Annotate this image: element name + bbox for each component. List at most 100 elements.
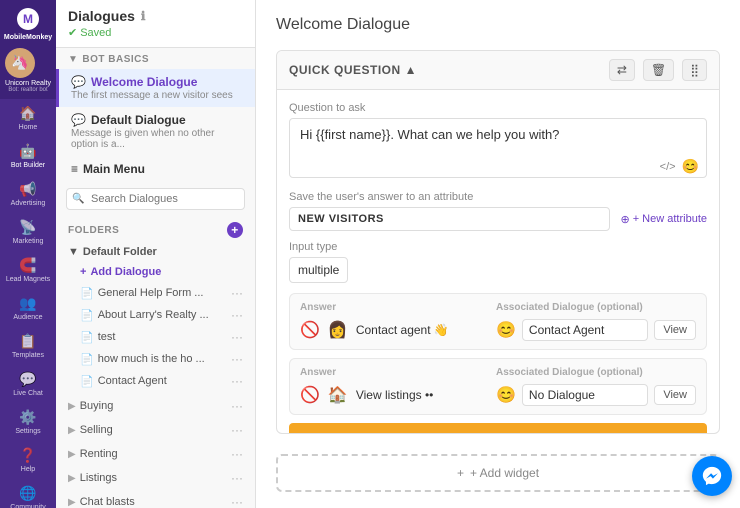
smiley-btn-1[interactable]: 😊 [496,320,516,340]
nav-label-settings: Settings [15,428,40,435]
file-name-about-larrys: 📄 About Larry's Realty ... [80,309,209,322]
live-chat-icon: 💬 [19,371,36,388]
templates-icon: 📋 [19,333,36,350]
buying-dots[interactable]: ··· [231,399,243,413]
sidebar-item-settings[interactable]: ⚙️ Settings [0,403,56,441]
file-name-how-much: 📄 how much is the ho ... [80,353,205,366]
dots-menu-5[interactable]: ··· [231,374,243,388]
chat-blasts-dots[interactable]: ··· [231,495,243,508]
sidebar-item-lead-magnets[interactable]: 🧲 Lead Magnets [0,251,56,289]
dialogue-item-welcome[interactable]: 💬 Welcome Dialogue The first message a n… [56,69,255,107]
sidebar-item-home[interactable]: 🏠 Home [0,99,56,137]
search-area: 🔍 [56,182,255,216]
file-icon-3: 📄 [80,331,94,344]
dialogue-item-main-menu[interactable]: ≡ Main Menu [56,156,255,182]
file-name-contact-agent: 📄 Contact Agent [80,375,167,388]
saved-badge: ✔ Saved [68,26,243,39]
sidebar-title-text: Dialogues [68,8,135,24]
folder-listings[interactable]: ▶ Listings ··· [56,466,255,490]
folder-file-general-help[interactable]: 📄 General Help Form ... ··· [56,282,255,304]
dots-menu-2[interactable]: ··· [231,308,243,322]
marketing-icon: 📡 [19,219,36,236]
bot-basics-label: ▼ BOT BASICS [56,48,255,69]
folder-default: ▼ Default Folder + Add Dialogue 📄 Genera… [56,242,255,392]
dialogue-title-default: 💬 Default Dialogue [71,113,243,127]
answer-delete-icon-2[interactable]: 🚫 [300,385,320,405]
dots-menu-4[interactable]: ··· [231,352,243,366]
messenger-fab[interactable] [692,456,732,496]
dialogue-icon-menu: ≡ [71,162,78,176]
answer-delete-icon-1[interactable]: 🚫 [300,320,320,340]
chevron-right-selling: ▶ [68,425,76,436]
dialogue-title-main-menu: ≡ Main Menu [71,162,243,176]
sidebar-item-community[interactable]: 🌐 Community [0,479,56,508]
folder-file-contact-agent[interactable]: 📄 Contact Agent ··· [56,370,255,392]
view-button-1[interactable]: View [654,320,696,340]
avatar[interactable]: 🦄 [5,48,35,78]
answer-dialogue-1: 😊 Contact Agent View [496,319,696,341]
info-icon[interactable]: ℹ [141,9,146,23]
dialogue-select-2[interactable]: No Dialogue [522,384,648,406]
bot-builder-icon: 🤖 [19,143,36,160]
smiley-btn-2[interactable]: 😊 [496,385,516,405]
question-input[interactable] [289,118,707,178]
renting-dots[interactable]: ··· [231,447,243,461]
check-icon: ✔ [68,26,77,39]
selling-dots[interactable]: ··· [231,423,243,437]
add-folder-button[interactable]: + [227,222,243,238]
folder-renting[interactable]: ▶ Renting ··· [56,442,255,466]
folder-buying[interactable]: ▶ Buying ··· [56,394,255,418]
help-icon: ❓ [19,447,36,464]
add-dialogue-button[interactable]: + Add Dialogue [56,262,255,282]
chevron-right-renting: ▶ [68,449,76,460]
buying-folder-label: ▶ Buying [68,400,113,412]
share-button[interactable]: ⇄ [609,59,635,81]
sidebar-item-templates[interactable]: 📋 Templates [0,327,56,365]
account-subtitle: Bot: realtor bot [5,87,51,93]
renting-folder-label: ▶ Renting [68,448,118,460]
folder-header-default[interactable]: ▼ Default Folder [56,242,255,262]
folder-caret-down: ▼ [68,246,79,258]
widget-actions: ⇄ 🗑 ⣿ [609,59,707,81]
folder-file-about-larrys[interactable]: 📄 About Larry's Realty ... ··· [56,304,255,326]
sidebar-item-audience[interactable]: 👥 Audience [0,289,56,327]
code-icon[interactable]: </> [660,161,676,173]
plus-widget-icon: + [457,466,464,480]
dialogue-item-default[interactable]: 💬 Default Dialogue Message is given when… [56,107,255,156]
sidebar-item-live-chat[interactable]: 💬 Live Chat [0,365,56,403]
input-type-section: Input type multiple [289,241,707,283]
add-widget-button[interactable]: + + Add widget [276,454,720,492]
folder-selling[interactable]: ▶ Selling ··· [56,418,255,442]
sidebar-item-bot-builder[interactable]: 🤖 Bot Builder [0,137,56,175]
search-input[interactable] [66,188,245,210]
dots-menu[interactable]: ··· [231,286,243,300]
chevron-up-icon[interactable]: ▲ [405,63,417,77]
dialogue-sub-welcome: The first message a new visitor sees [71,90,243,101]
answer-text-2: View listings •• [356,388,488,402]
answer-avatar-1: 👩 [328,320,348,340]
delete-button[interactable]: 🗑 [643,59,674,81]
emoji-icon[interactable]: 😊 [682,158,699,175]
listings-dots[interactable]: ··· [231,471,243,485]
dots-menu-3[interactable]: ··· [231,330,243,344]
folder-file-how-much[interactable]: 📄 how much is the ho ... ··· [56,348,255,370]
drag-handle-button[interactable]: ⣿ [682,59,707,81]
view-button-2[interactable]: View [654,385,696,405]
associated-col-label-1: Associated Dialogue (optional) [496,302,696,313]
dialogue-select-1[interactable]: Contact Agent [522,319,648,341]
page-title: Welcome Dialogue [276,16,720,34]
add-answer-button[interactable]: + Add answer [289,423,707,434]
brand-logo[interactable]: M [15,6,41,32]
folder-file-test[interactable]: 📄 test ··· [56,326,255,348]
sidebar-item-help[interactable]: ❓ Help [0,441,56,479]
attribute-input[interactable] [289,207,610,231]
question-input-wrapper: </> 😊 [289,118,707,181]
new-attribute-button[interactable]: ⊕ + New attribute [620,213,707,226]
sidebar-item-advertising[interactable]: 📢 Advertising [0,175,56,213]
search-icon: 🔍 [73,194,85,205]
folder-chat-blasts[interactable]: ▶ Chat blasts ··· [56,490,255,508]
file-name-test: 📄 test [80,331,115,344]
sidebar-item-marketing[interactable]: 📡 Marketing [0,213,56,251]
logo-circle: M [17,8,39,30]
chevron-right-chat-blasts: ▶ [68,497,76,508]
